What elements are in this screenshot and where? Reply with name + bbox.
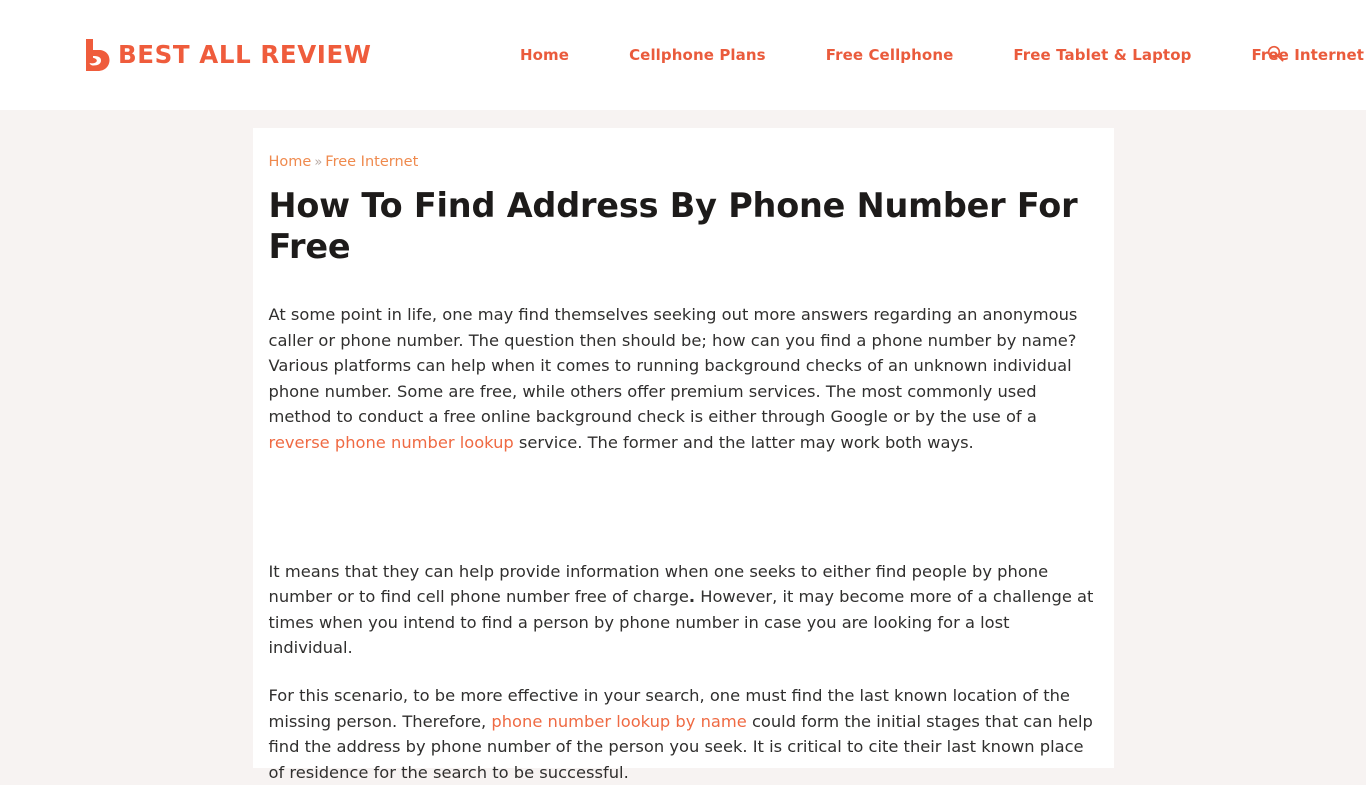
nav-item-cellphone-plans[interactable]: Cellphone Plans <box>599 46 796 64</box>
paragraph-second: It means that they can help provide info… <box>269 559 1098 661</box>
paragraph-intro-text-1: At some point in life, one may find them… <box>268 305 1078 427</box>
b-mark-logo-icon <box>84 38 110 72</box>
paragraph-intro-text-2: service. The former and the latter may w… <box>513 432 974 452</box>
link-reverse-phone-number-lookup[interactable]: reverse phone number lookup <box>269 433 514 452</box>
page-title: How To Find Address By Phone Number For … <box>268 186 1078 267</box>
nav-item-home[interactable]: Home <box>500 46 599 64</box>
search-button[interactable] <box>1262 42 1288 68</box>
main-navigation: Home Cellphone Plans Free Cellphone Free… <box>500 0 1366 110</box>
nav-item-free-cellphone[interactable]: Free Cellphone <box>796 46 984 64</box>
breadcrumb: Home» Free Internet <box>269 152 1098 172</box>
nav-item-free-internet[interactable]: Free Internet <box>1221 46 1366 64</box>
site-header: BEST ALL REVIEW Home Cellphone Plans Fre… <box>0 0 1366 110</box>
link-phone-number-lookup-by-name[interactable]: phone number lookup by name <box>491 712 746 731</box>
inline-ad-slot <box>269 456 1098 559</box>
page-body: Home» Free Internet How To Find Address B… <box>0 110 1366 782</box>
paragraph-intro: At some point in life, one may find them… <box>269 302 1098 456</box>
article-content-card: Home» Free Internet How To Find Address B… <box>252 128 1114 782</box>
nav-item-free-tablet-laptop[interactable]: Free Tablet & Laptop <box>983 46 1221 64</box>
breadcrumb-item-home[interactable]: Home <box>269 154 312 170</box>
breadcrumb-item-current[interactable]: Free Internet <box>325 154 418 170</box>
site-logo-text: BEST ALL REVIEW <box>118 39 372 69</box>
search-icon <box>1267 45 1284 65</box>
breadcrumb-separator: » <box>314 155 323 170</box>
paragraph-third: For this scenario, to be more effective … <box>269 683 1098 785</box>
site-logo[interactable]: BEST ALL REVIEW <box>84 38 371 72</box>
article-body: At some point in life, one may find them… <box>269 302 1098 785</box>
